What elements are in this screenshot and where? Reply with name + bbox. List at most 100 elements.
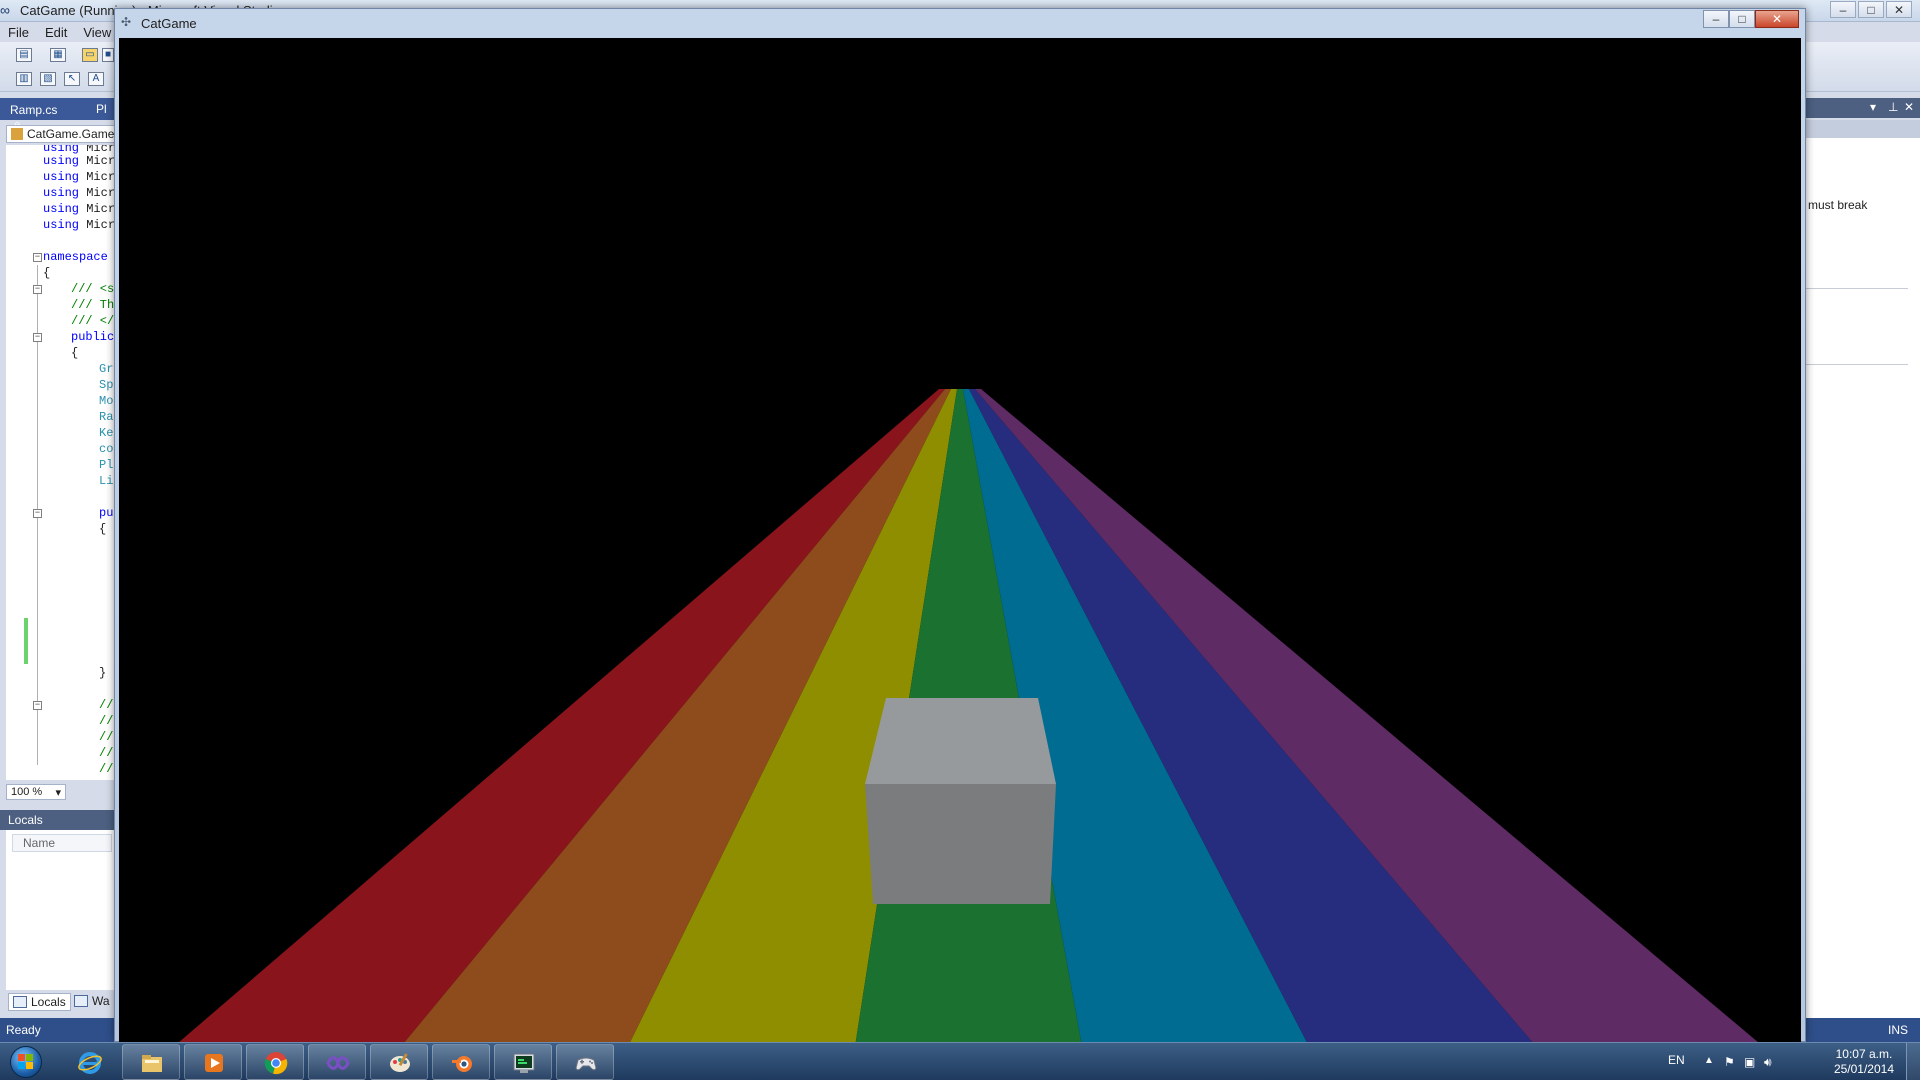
code-line: Ke: [99, 426, 114, 440]
zoom-dropdown[interactable]: 100 % ▾: [6, 784, 66, 800]
game-close-button[interactable]: ✕: [1755, 10, 1799, 28]
network-icon[interactable]: ▣: [1744, 1055, 1755, 1069]
code-line: {: [43, 266, 51, 280]
collapse-toggle[interactable]: −: [33, 701, 42, 710]
paint-icon: [390, 1053, 410, 1072]
locals-tabs: Locals Wa: [0, 990, 120, 1012]
game-viewport[interactable]: [119, 38, 1801, 1043]
code-line: //: [99, 714, 114, 728]
game-maximize-button[interactable]: □: [1729, 10, 1755, 28]
windows-logo-icon: [18, 1054, 34, 1070]
game-window: ✣ CatGame – □ ✕: [114, 8, 1806, 1043]
code-line: Sp: [99, 378, 114, 392]
media-player-icon: [205, 1054, 223, 1072]
volume-icon[interactable]: 🔊︎: [1764, 1055, 1772, 1070]
font-icon[interactable]: A: [88, 72, 104, 86]
right-panel-toolbar: [1806, 120, 1920, 138]
locals-name-column-header[interactable]: Name: [12, 834, 112, 852]
menu-edit[interactable]: Edit: [37, 22, 75, 42]
tab-ramp-cs-label: Ramp.cs: [10, 103, 58, 117]
tab-ramp-cs[interactable]: Ramp.cs 🔒︎: [4, 100, 76, 131]
menu-file[interactable]: File: [0, 22, 37, 42]
code-line: {: [99, 522, 107, 536]
tab-watch[interactable]: Wa: [70, 993, 114, 1009]
vs-close-button[interactable]: ✕: [1886, 1, 1912, 18]
code-line: //: [99, 730, 114, 744]
collapse-toggle[interactable]: −: [33, 333, 42, 342]
code-line: pu: [99, 506, 114, 520]
game-controller-icon: [575, 1057, 597, 1071]
code-editor[interactable]: using Micr using Micr using Micr using M…: [6, 145, 116, 780]
taskbar-media-player[interactable]: [184, 1044, 242, 1080]
code-line: }: [99, 666, 107, 680]
open-folder-icon[interactable]: ▭: [82, 48, 98, 62]
new-project-icon[interactable]: ▤: [16, 48, 32, 62]
show-desktop-button[interactable]: [1906, 1043, 1920, 1080]
game-scene: [119, 38, 1801, 1043]
system-clock[interactable]: 10:07 a.m. 25/01/2014: [1834, 1047, 1894, 1077]
code-line: /// <s: [71, 282, 115, 296]
taskbar-chrome[interactable]: [246, 1044, 304, 1080]
game-window-icon: ✣: [121, 15, 132, 29]
close-icon[interactable]: ✕: [1904, 100, 1914, 114]
code-line: //: [99, 746, 114, 760]
code-line: using Micr: [43, 186, 116, 200]
change-tracking-bar: [24, 618, 28, 664]
code-line: Mo: [99, 394, 114, 408]
collapse-toggle[interactable]: −: [33, 253, 42, 262]
taskbar-blender[interactable]: [432, 1044, 490, 1080]
language-indicator[interactable]: EN: [1668, 1053, 1685, 1067]
cube-front-face: [865, 784, 1056, 904]
code-line: Gr: [99, 362, 114, 376]
locals-icon: [13, 996, 27, 1008]
vs-maximize-button[interactable]: □: [1858, 1, 1884, 18]
insert-mode-indicator: INS: [1887, 1023, 1908, 1037]
ie-icon: [78, 1052, 102, 1074]
divider: [1806, 364, 1908, 365]
chevron-down-icon: ▾: [55, 787, 61, 799]
status-text: Ready: [6, 1023, 41, 1037]
taskbar-terminal[interactable]: [494, 1044, 552, 1080]
code-line: using Micr: [43, 170, 116, 184]
cube-top-face: [865, 698, 1056, 784]
collapse-toggle[interactable]: −: [33, 509, 42, 518]
taskbar-visual-studio[interactable]: [308, 1044, 366, 1080]
add-item-icon[interactable]: ▦: [50, 48, 66, 62]
menu-view[interactable]: View: [75, 22, 119, 42]
code-line: {: [71, 346, 79, 360]
chrome-icon: [264, 1052, 288, 1075]
action-center-flag-icon[interactable]: ⚑: [1724, 1055, 1735, 1069]
collapse-toggle[interactable]: −: [33, 285, 42, 294]
divider: [1806, 288, 1908, 289]
properties-icon[interactable]: ▧: [40, 72, 56, 86]
code-line: using Micr: [43, 202, 116, 216]
code-line: public: [71, 330, 115, 344]
game-title-bar[interactable]: ✣ CatGame – □ ✕: [115, 9, 1805, 37]
code-line: /// Th: [71, 298, 115, 312]
type-navigation-dropdown[interactable]: CatGame.Game: [6, 125, 116, 143]
taskbar-catgame[interactable]: [556, 1044, 614, 1080]
vs-minimize-button[interactable]: –: [1830, 1, 1856, 18]
chevron-down-icon[interactable]: ▾: [1870, 100, 1876, 114]
tab-player[interactable]: Pl: [96, 102, 107, 116]
zoom-value: 100 %: [11, 786, 43, 798]
taskbar-internet-explorer[interactable]: [60, 1044, 118, 1080]
class-icon: [11, 128, 23, 140]
visual-studio-icon: [326, 1056, 350, 1070]
locals-panel: Name: [6, 830, 116, 990]
solution-explorer-icon[interactable]: ▥: [16, 72, 32, 86]
code-line: Ra: [99, 410, 114, 424]
pin-icon[interactable]: ⊥: [1888, 100, 1898, 114]
code-line: Li: [99, 474, 114, 488]
show-hidden-icons[interactable]: ▲: [1704, 1055, 1714, 1066]
save-icon[interactable]: ■: [102, 48, 114, 62]
game-minimize-button[interactable]: –: [1703, 10, 1729, 28]
taskbar-file-explorer[interactable]: [122, 1044, 180, 1080]
start-button[interactable]: [4, 1044, 48, 1080]
tab-locals-label: Locals: [31, 995, 66, 1009]
tab-locals[interactable]: Locals: [8, 993, 71, 1011]
code-line: using Micr: [43, 218, 116, 232]
taskbar-paint[interactable]: [370, 1044, 428, 1080]
code-line: namespace: [43, 250, 108, 264]
pointer-icon[interactable]: ↖: [64, 72, 80, 86]
